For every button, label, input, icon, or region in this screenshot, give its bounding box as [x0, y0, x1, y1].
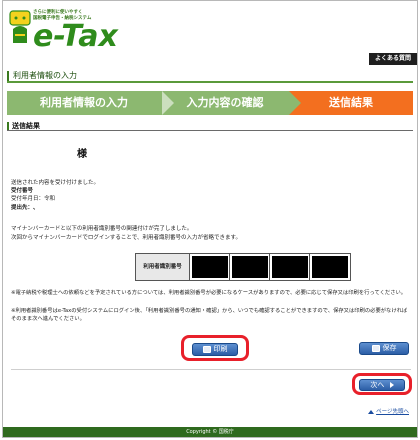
step-result: 送信結果 — [289, 91, 413, 115]
user-id-cell — [230, 254, 270, 280]
step-confirm: 入力内容の確認 — [161, 91, 289, 115]
next-button-label: 次へ — [370, 381, 385, 389]
user-id-cell — [190, 254, 230, 280]
page-top-link[interactable]: ページ先頭へ — [368, 407, 409, 415]
page-top-label: ページ先頭へ — [376, 409, 409, 415]
step-arrow-2 — [289, 91, 301, 115]
note-save-or-print: ※電子納税や税理士への依頼などを予定されている方については、利用者識別番号が必要… — [11, 290, 407, 296]
user-id-table: 利用者識別番号 — [135, 253, 351, 281]
print-button[interactable]: 印刷 — [192, 343, 238, 356]
step-user-info: 利用者情報の入力 — [7, 91, 161, 115]
etax-logo[interactable]: e-Tax — [33, 22, 118, 52]
print-button-label: 印刷 — [213, 345, 228, 353]
title-marker — [7, 71, 9, 81]
page-frame: さらに便利に使いやすく 国税電子申告・納税システム e-Tax よくある質問 利… — [2, 0, 418, 438]
save-button[interactable]: 保存 — [359, 342, 409, 355]
received-message: 送信された内容を受け付けました。 — [11, 180, 100, 186]
redacted-block — [232, 256, 268, 278]
page-title-bar: 利用者情報の入力 — [7, 69, 413, 83]
print-highlight: 印刷 — [181, 335, 249, 361]
redacted-block — [272, 256, 308, 278]
next-button[interactable]: 次へ — [359, 379, 405, 391]
user-id-cell — [270, 254, 310, 280]
user-id-cell — [310, 254, 350, 280]
section-marker — [7, 122, 9, 130]
page-title: 利用者情報の入力 — [13, 71, 77, 80]
printer-icon — [202, 345, 211, 353]
redacted-block — [192, 256, 228, 278]
received-date-label: 受付年月日：令和 — [11, 196, 56, 202]
note-id-confirm: ※利用者識別番号はe-Taxの受付システムにログイン後、「利用者識別番号の通知・… — [11, 308, 408, 322]
section-title: 送信結果 — [12, 122, 40, 130]
site-header: さらに便利に使いやすく 国税電子申告・納税システム e-Tax よくある質問 — [3, 1, 417, 65]
next-arrow-icon — [389, 382, 394, 388]
faq-button[interactable]: よくある質問 — [369, 53, 417, 65]
mynumber-linked-message: マイナンバーカードと以下の利用者識別番号の関連付けが完了しました。 — [11, 226, 193, 232]
next-highlight: 次へ — [352, 373, 412, 395]
section-header: 送信結果 — [7, 121, 413, 131]
user-id-label: 利用者識別番号 — [136, 254, 190, 280]
up-arrow-icon — [368, 409, 375, 414]
recipient-name: 様 — [77, 149, 87, 160]
divider — [11, 369, 411, 370]
step-arrow-1-edge — [162, 91, 174, 115]
footer-copyright: Copyright © 国税庁 — [3, 427, 417, 437]
save-icon — [371, 344, 380, 352]
redacted-block — [312, 256, 348, 278]
save-button-label: 保存 — [382, 344, 397, 352]
etax-logo-icon — [9, 10, 31, 43]
mynumber-next-message: 次回からマイナンバーカードでログインすることで、利用者識別番号の入力が省略できま… — [11, 235, 241, 241]
progress-steps: 利用者情報の入力 入力内容の確認 送信結果 — [7, 91, 413, 115]
receipt-number-label: 受付番号 — [11, 188, 34, 194]
submitter-label: 提出先：、 — [11, 205, 39, 211]
